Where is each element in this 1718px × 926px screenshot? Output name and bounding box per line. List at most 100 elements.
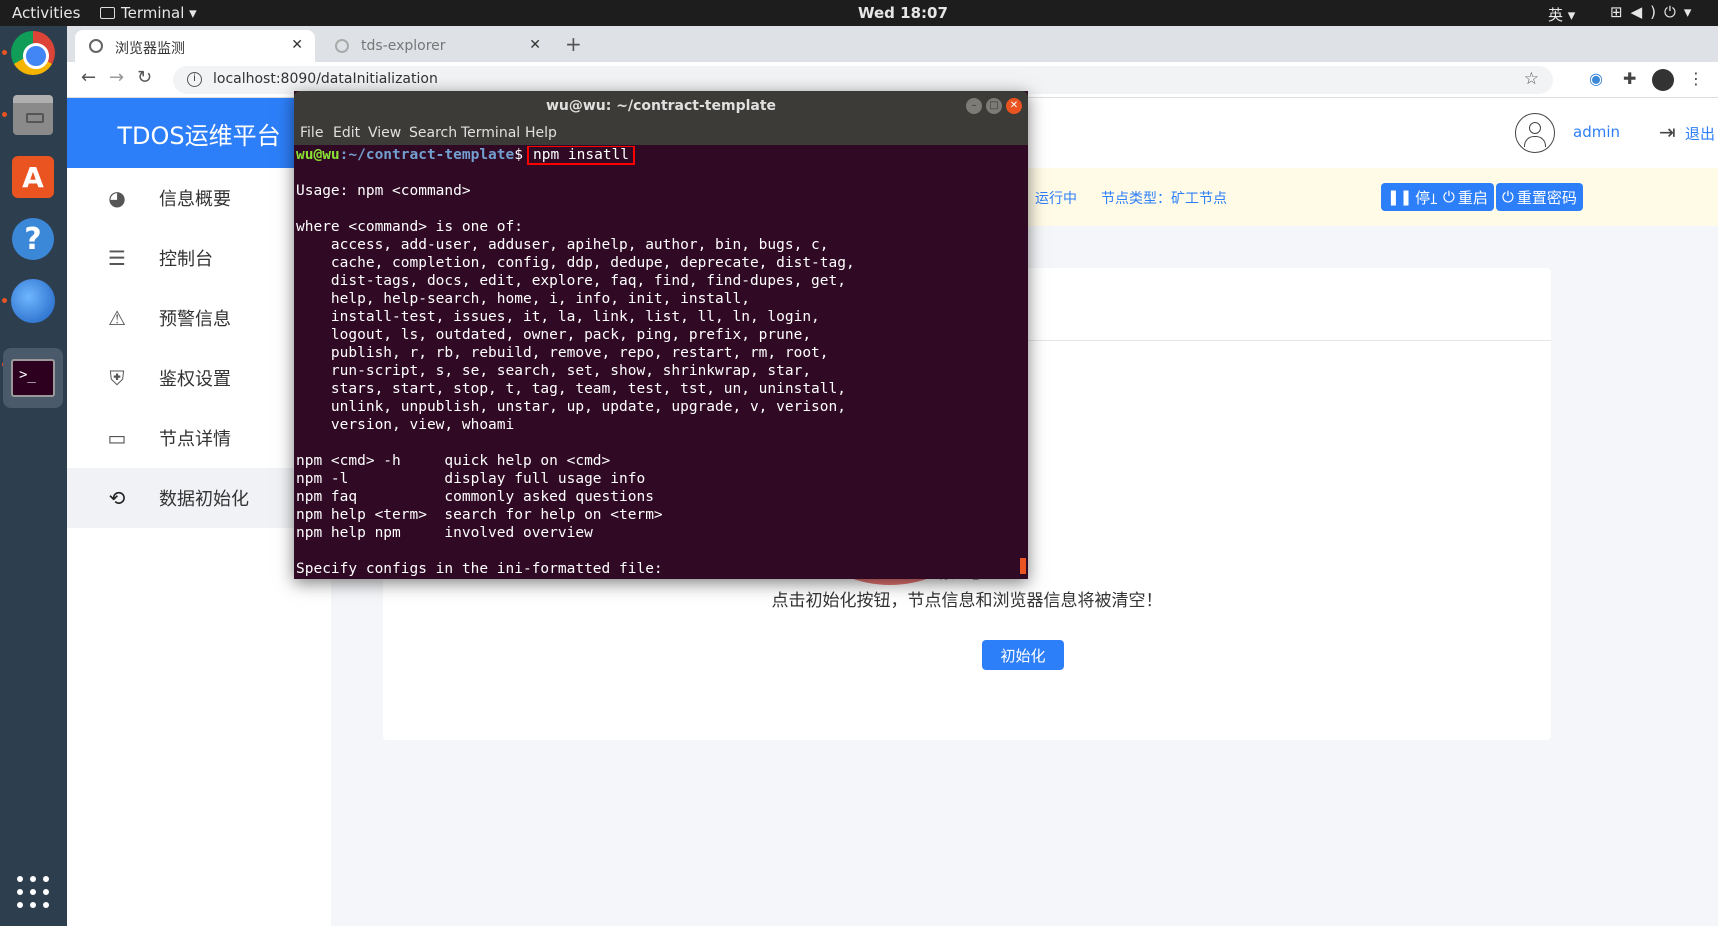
sidebar-item-alerts[interactable]: ⚠ 预警信息 bbox=[67, 288, 331, 348]
terminal-line: where <command> is one of: bbox=[296, 219, 523, 235]
terminal-output[interactable]: wu@wu:~/contract-template$ npm insatll Us… bbox=[296, 146, 1024, 579]
terminal-line: npm faq commonly asked questions bbox=[296, 489, 654, 505]
terminal-line: cache, completion, config, ddp, dedupe, … bbox=[296, 255, 855, 271]
running-indicator bbox=[2, 50, 7, 55]
terminal-line: npm -l display full usage info bbox=[296, 471, 646, 487]
reset-password-button-label: 重置密码 bbox=[1516, 188, 1577, 207]
input-method-indicator[interactable]: 英 ▾ bbox=[1548, 4, 1575, 25]
sidebar: ◕ 信息概要 ☰ 控制台 ⚠ 预警信息 ⛨ 鉴权设置 ▭ 节点详情 ⟲ 数据初始… bbox=[67, 168, 331, 926]
forward-icon[interactable]: → bbox=[109, 67, 124, 88]
prompt-path: :~/contract-template bbox=[339, 147, 515, 163]
terminal-window[interactable]: wu@wu: ~/contract-template – □ ✕ File Ed… bbox=[294, 91, 1028, 579]
thunderbird-icon bbox=[11, 279, 55, 323]
sidebar-item-label: 信息概要 bbox=[159, 189, 231, 210]
chrome-icon bbox=[11, 31, 55, 75]
sidebar-item-label: 节点详情 bbox=[159, 429, 231, 450]
more-menu-icon[interactable]: ⋮ bbox=[1688, 69, 1704, 88]
terminal-line: npm <cmd> -h quick help on <cmd> bbox=[296, 453, 611, 469]
show-applications-icon[interactable] bbox=[17, 876, 49, 908]
bookmark-star-icon[interactable]: ☆ bbox=[1524, 69, 1539, 89]
terminal-icon: >_ bbox=[11, 359, 55, 397]
shield-icon: ⛨ bbox=[109, 366, 125, 390]
tab-browser-monitor[interactable]: 浏览器监测 ✕ bbox=[75, 30, 315, 62]
tab-label: tds-explorer bbox=[361, 38, 446, 54]
sidebar-item-auth[interactable]: ⛨ 鉴权设置 bbox=[67, 348, 331, 408]
terminal-line: dist-tags, docs, edit, explore, faq, fin… bbox=[296, 273, 846, 289]
puzzle-icon[interactable]: ✚ bbox=[1623, 69, 1636, 88]
menu-file[interactable]: File bbox=[300, 125, 323, 141]
sliders-icon: ☰ bbox=[108, 246, 126, 270]
extension-icon[interactable]: ◉ bbox=[1589, 69, 1603, 88]
dock-software[interactable]: A bbox=[8, 152, 58, 202]
maximize-icon[interactable]: □ bbox=[986, 98, 1002, 114]
ubuntu-dock: A ? >_ bbox=[0, 26, 67, 926]
terminal-line: logout, ls, outdated, owner, pack, ping,… bbox=[296, 327, 812, 343]
files-icon bbox=[13, 95, 53, 135]
dock-terminal[interactable]: >_ bbox=[3, 348, 63, 408]
prompt-symbol: $ bbox=[514, 147, 523, 163]
power-icon: ⏻ bbox=[1502, 188, 1514, 206]
menu-terminal[interactable]: Terminal bbox=[461, 125, 520, 141]
restart-button-label: 重启 bbox=[1457, 188, 1488, 207]
terminal-line: run-script, s, se, search, set, show, sh… bbox=[296, 363, 812, 379]
prompt-line: wu@wu:~/contract-template$ npm insatll bbox=[296, 146, 1024, 165]
power-icon: ⏻ bbox=[1443, 188, 1455, 206]
back-icon[interactable]: ← bbox=[81, 67, 96, 88]
terminal-small-icon bbox=[100, 7, 115, 19]
sidebar-item-data-init[interactable]: ⟲ 数据初始化 bbox=[67, 468, 331, 528]
logout-icon[interactable]: ⇥ bbox=[1659, 120, 1676, 144]
system-tray[interactable]: ⊞◀)⏻▾ bbox=[1610, 3, 1699, 21]
running-indicator bbox=[2, 112, 7, 117]
app-menu-terminal[interactable]: Terminal ▾ bbox=[100, 4, 197, 22]
profile-avatar-icon[interactable] bbox=[1652, 69, 1674, 91]
menu-search[interactable]: Search bbox=[409, 125, 457, 141]
minimize-icon[interactable]: – bbox=[966, 98, 982, 114]
site-info-icon[interactable]: i bbox=[187, 72, 202, 87]
running-indicator bbox=[2, 298, 7, 303]
reset-password-button[interactable]: ⏻ 重置密码 bbox=[1496, 183, 1583, 211]
app-brand: TDOS运维平台 bbox=[67, 98, 331, 168]
alarm-icon: ⚠ bbox=[108, 306, 126, 330]
dock-files[interactable] bbox=[8, 90, 58, 140]
activities-button[interactable]: Activities bbox=[12, 4, 80, 22]
dock-help[interactable]: ? bbox=[8, 214, 58, 264]
menu-edit[interactable]: Edit bbox=[333, 125, 360, 141]
dock-thunderbird[interactable] bbox=[8, 276, 58, 326]
reload-icon[interactable]: ↻ bbox=[137, 67, 152, 88]
url-text: localhost:8090/dataInitialization bbox=[213, 71, 438, 87]
terminal-line: help, help-search, home, i, info, init, … bbox=[296, 291, 750, 307]
terminal-titlebar[interactable]: wu@wu: ~/contract-template – □ ✕ bbox=[294, 91, 1028, 121]
terminal-output-lines: Usage: npm <command> where <command> is o… bbox=[296, 164, 1024, 578]
sidebar-item-console[interactable]: ☰ 控制台 bbox=[67, 228, 331, 288]
menu-help[interactable]: Help bbox=[525, 125, 557, 141]
close-tab-icon[interactable]: ✕ bbox=[529, 37, 541, 53]
terminal-line: unlink, unpublish, unstar, up, update, u… bbox=[296, 399, 846, 415]
globe-icon bbox=[89, 39, 103, 53]
software-store-icon: A bbox=[12, 156, 54, 198]
browser-tab-strip: 浏览器监测 ✕ tds-explorer ✕ + bbox=[67, 26, 1718, 62]
tab-tds-explorer[interactable]: tds-explorer ✕ bbox=[321, 30, 553, 62]
logout-link[interactable]: 退出 bbox=[1685, 123, 1715, 144]
sidebar-item-overview[interactable]: ◕ 信息概要 bbox=[67, 168, 331, 228]
terminal-line: access, add-user, adduser, apihelp, auth… bbox=[296, 237, 829, 253]
address-bar[interactable]: i localhost:8090/dataInitialization ☆ bbox=[173, 66, 1553, 94]
monitor-chart-icon: ▭ bbox=[107, 426, 127, 450]
terminal-line: npm help npm involved overview bbox=[296, 525, 593, 541]
username[interactable]: admin bbox=[1573, 123, 1620, 141]
dock-chrome[interactable] bbox=[8, 28, 58, 78]
close-icon[interactable]: ✕ bbox=[1006, 98, 1022, 114]
initialize-button[interactable]: 初始化 bbox=[982, 640, 1064, 670]
new-tab-button[interactable]: + bbox=[565, 32, 582, 56]
close-tab-icon[interactable]: ✕ bbox=[291, 37, 303, 53]
menu-view[interactable]: View bbox=[368, 125, 401, 141]
volume-icon: ◀) bbox=[1630, 3, 1664, 21]
dashboard-icon: ◕ bbox=[108, 186, 126, 210]
clock[interactable]: Wed 18:07 bbox=[858, 4, 948, 22]
user-avatar-icon[interactable] bbox=[1515, 113, 1555, 153]
network-icon: ⊞ bbox=[1610, 3, 1631, 21]
sidebar-item-node-details[interactable]: ▭ 节点详情 bbox=[67, 408, 331, 468]
restart-button[interactable]: ⏻ 重启 bbox=[1437, 183, 1494, 211]
